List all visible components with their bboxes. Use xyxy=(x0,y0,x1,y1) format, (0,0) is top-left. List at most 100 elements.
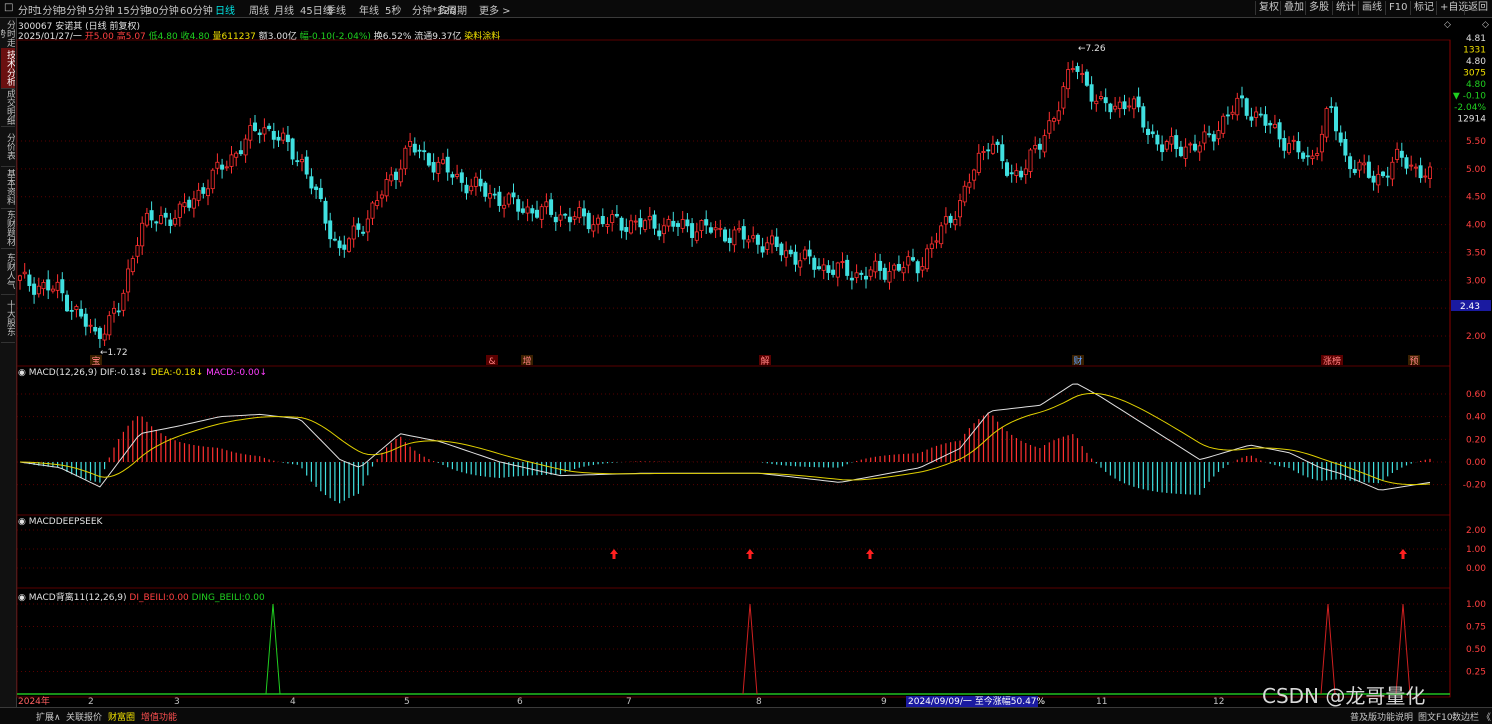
candle-body xyxy=(408,141,413,147)
candle-body xyxy=(1249,116,1254,121)
bottom-right-btn-1[interactable]: 图文F10 xyxy=(1418,710,1453,723)
candle-body xyxy=(582,208,587,217)
candle-body xyxy=(351,225,356,240)
bottom-btn-3[interactable]: 增值功能 xyxy=(141,710,177,723)
candle-body xyxy=(403,147,408,170)
beili-legend: ◉ MACD背离11(12,26,9) DI_BEILI:0.00 DING_B… xyxy=(18,590,265,603)
candle-body xyxy=(887,271,892,283)
candle-body xyxy=(27,274,32,287)
candle-body xyxy=(1056,110,1061,121)
candle-body xyxy=(1188,143,1193,146)
month-label-4: 5 xyxy=(404,697,410,707)
candle-body xyxy=(788,249,793,255)
candle-body xyxy=(1202,131,1207,144)
candle-body xyxy=(708,227,713,233)
candle-body xyxy=(798,260,803,268)
candle-body xyxy=(718,227,723,230)
candle-body xyxy=(1329,106,1334,108)
candle-body xyxy=(572,216,577,220)
collapse-icon[interactable]: ◉ xyxy=(18,368,26,378)
candle-body xyxy=(925,248,930,270)
candle-body xyxy=(727,237,732,244)
bl-tick-3: 0.25 xyxy=(1466,668,1486,678)
kline-chart[interactable]: 5.505.004.504.003.503.002.502.004.811331… xyxy=(0,0,1492,723)
candle-body xyxy=(990,143,995,154)
candle-body xyxy=(1291,139,1296,142)
candle-body xyxy=(840,261,845,263)
candle-body xyxy=(243,138,248,156)
candle-body xyxy=(812,257,817,270)
candle-body xyxy=(323,200,328,224)
candle-body xyxy=(210,169,215,190)
candle-body xyxy=(577,207,582,219)
candle-body xyxy=(1338,132,1343,143)
candle-body xyxy=(267,125,272,130)
candle-body xyxy=(652,214,657,229)
candle-body xyxy=(60,279,65,294)
candle-body xyxy=(1178,146,1183,157)
candle-body xyxy=(1240,95,1245,99)
month-label-8: 9 xyxy=(881,697,887,707)
bottom-btn-1[interactable]: 关联报价 xyxy=(66,710,102,723)
candle-body xyxy=(502,204,507,209)
candle-body xyxy=(342,244,347,250)
candle-body xyxy=(299,159,304,163)
candle-body xyxy=(1019,170,1024,178)
candle-body xyxy=(976,152,981,173)
candle-body xyxy=(412,143,417,153)
candle-body xyxy=(1352,168,1357,173)
candle-body xyxy=(699,220,704,232)
candle-body xyxy=(1155,134,1160,145)
bottom-btn-2[interactable]: 财富圈 xyxy=(108,710,135,723)
candle-body xyxy=(431,162,436,173)
candle-body xyxy=(1381,171,1386,177)
candle-body xyxy=(346,238,351,252)
candle-body xyxy=(1315,153,1320,156)
candle-body xyxy=(972,169,977,181)
bottom-right-btn-0[interactable]: 普及版功能说明 xyxy=(1350,710,1413,723)
status-bar: 扩展∧ 关联报价 财富圈 增值功能 普及版功能说明 图文F10 数边栏 《 xyxy=(0,707,1492,724)
candle-body xyxy=(1169,135,1174,145)
candle-body xyxy=(252,122,257,131)
macd-tick-2: 0.20 xyxy=(1466,435,1486,445)
candle-body xyxy=(483,182,488,197)
candle-body xyxy=(130,258,135,273)
candle-body xyxy=(398,168,403,183)
candle-body xyxy=(864,275,869,280)
candle-body xyxy=(238,150,243,155)
candle-body xyxy=(567,216,572,223)
candle-body xyxy=(1235,97,1240,116)
candle-body xyxy=(445,156,450,173)
macd-tick-1: 0.40 xyxy=(1466,413,1486,423)
month-label-0: 2024年 xyxy=(18,695,50,707)
candle-body xyxy=(586,212,591,230)
candle-body xyxy=(1334,106,1339,132)
candle-body xyxy=(1423,175,1428,178)
price-tick-5: 3.00 xyxy=(1466,276,1486,286)
candle-body xyxy=(417,149,422,152)
quote-value-6: -2.04% xyxy=(1454,103,1486,113)
ds-tick-2: 0.00 xyxy=(1466,564,1486,574)
candle-body xyxy=(1136,96,1141,108)
bottom-btn-0[interactable]: 扩展∧ xyxy=(36,710,61,723)
candle-body xyxy=(610,214,615,224)
ds-tick-1: 1.00 xyxy=(1466,545,1486,555)
collapse-icon[interactable]: ◉ xyxy=(18,517,26,527)
candle-body xyxy=(676,223,681,227)
candle-body xyxy=(1287,143,1292,154)
candle-body xyxy=(958,200,963,218)
candle-body xyxy=(1000,144,1005,162)
candle-body xyxy=(69,309,74,312)
candle-body xyxy=(1216,130,1221,140)
candle-body xyxy=(657,230,662,237)
collapse-icon[interactable]: ◉ xyxy=(18,593,26,603)
candle-body xyxy=(690,223,695,238)
dea-value: -0.18↓ xyxy=(172,368,204,378)
quote-value-4: 4.80 xyxy=(1466,80,1486,90)
candle-body xyxy=(163,212,168,218)
candle-body xyxy=(1376,173,1381,186)
candle-body xyxy=(741,226,746,240)
candle-body xyxy=(1399,150,1404,158)
bottom-right-btn-2[interactable]: 数边栏 《 xyxy=(1452,710,1491,723)
candle-body xyxy=(1070,68,1075,71)
